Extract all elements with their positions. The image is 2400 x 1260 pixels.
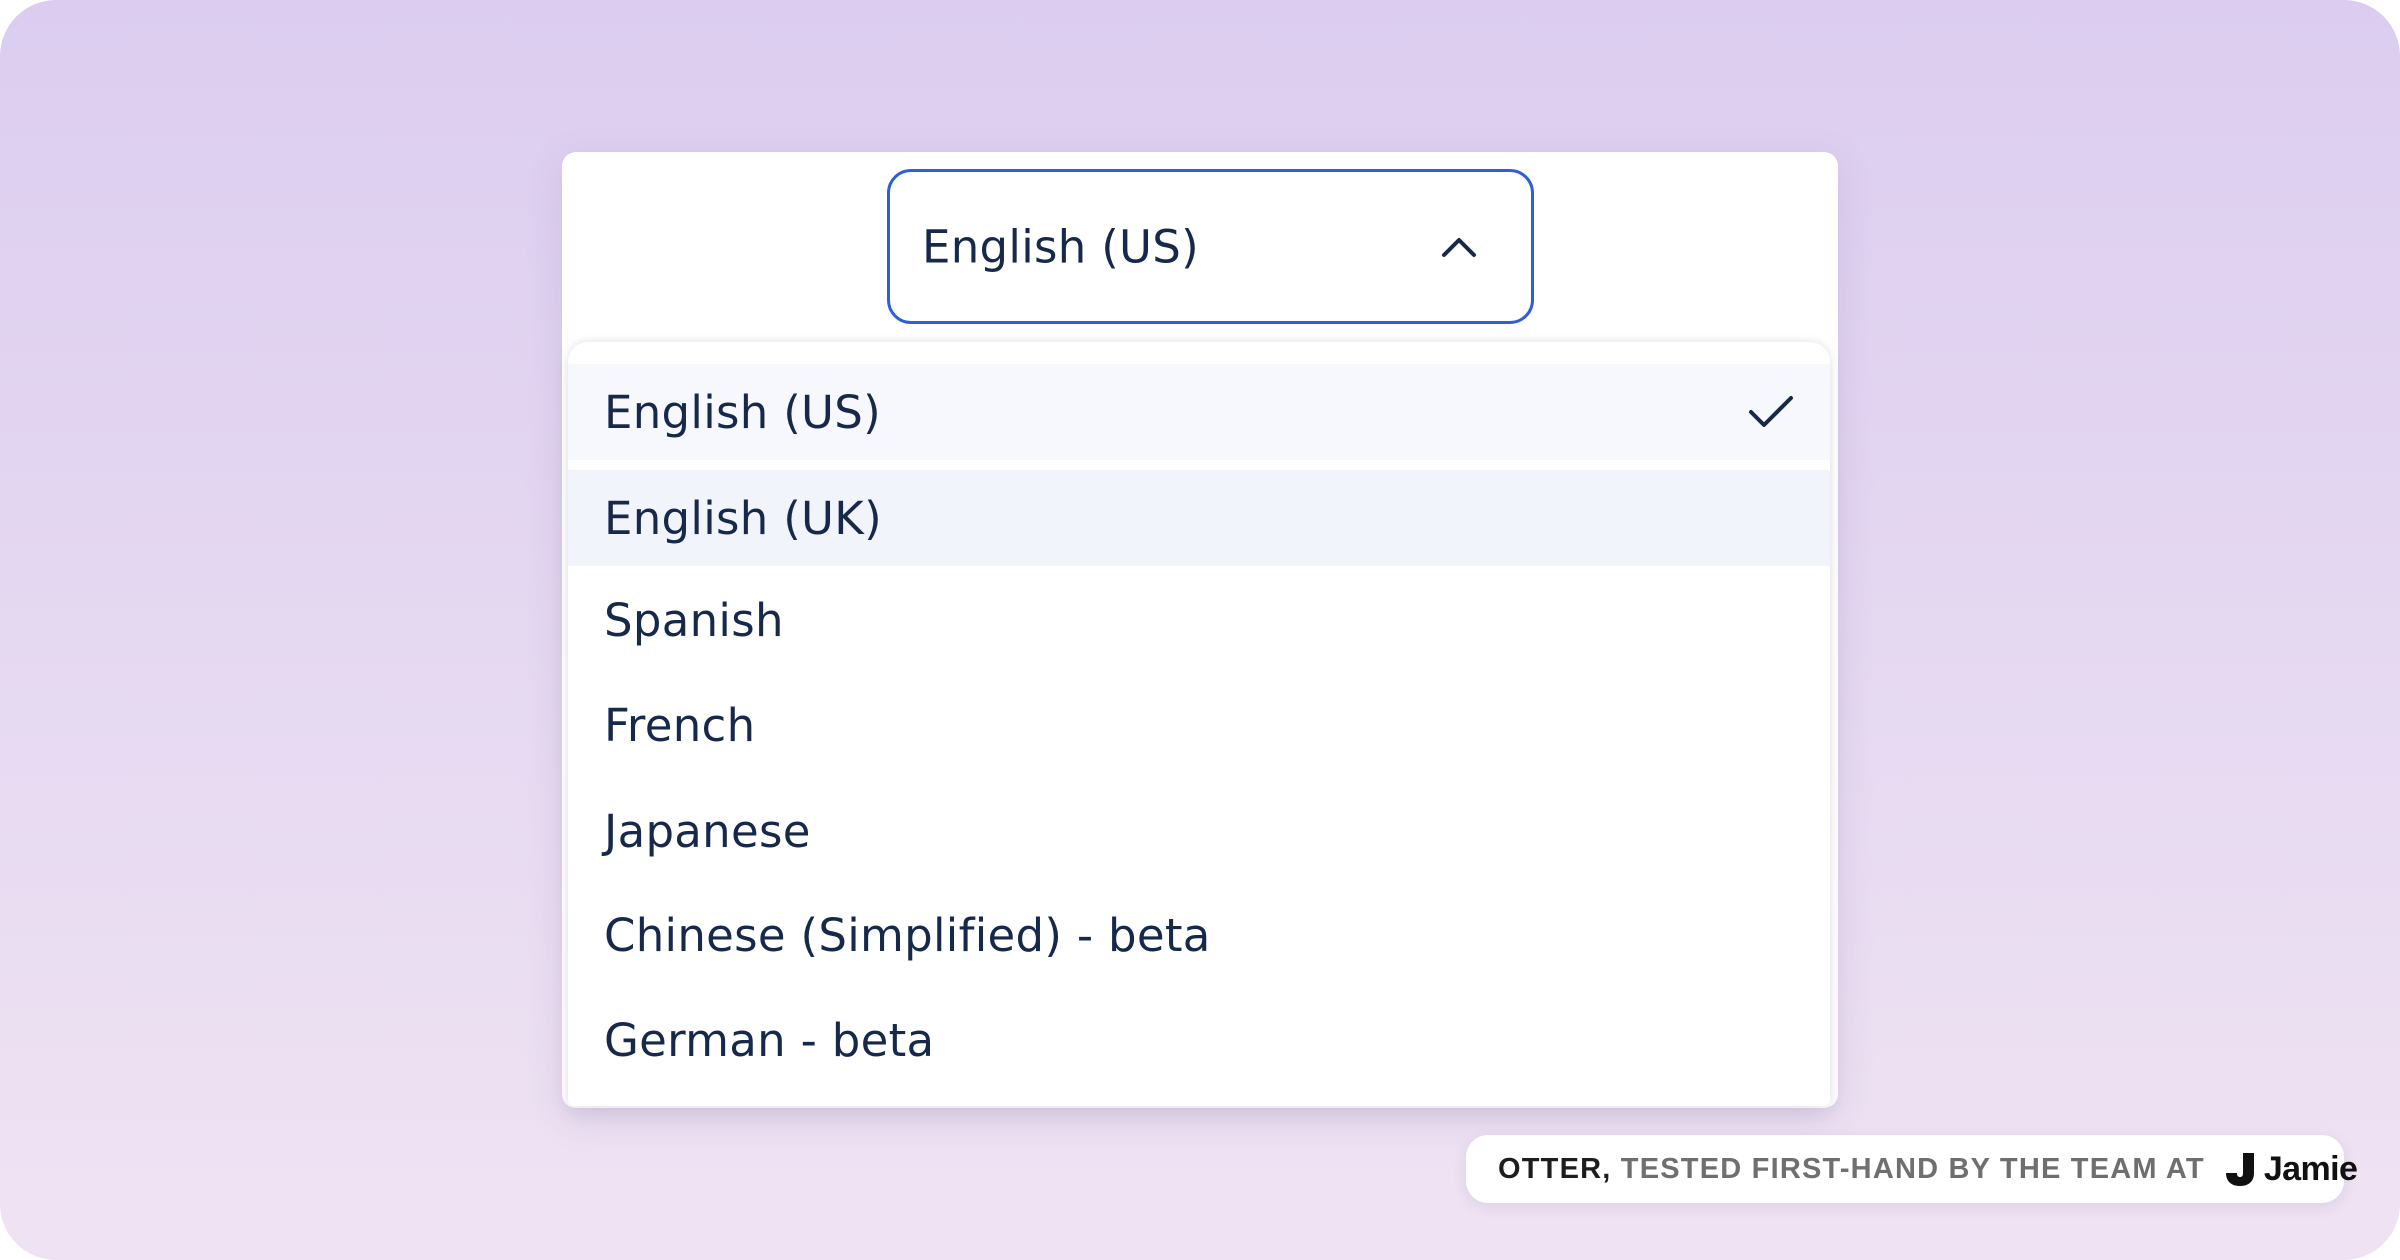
credit-text: TESTED FIRST-HAND BY THE TEAM AT [1620,1152,2205,1185]
language-select-value: English (US) [922,220,1200,273]
brand-name: Jamie [2263,1149,2358,1188]
option-label: Japanese [604,804,811,858]
option-label: Spanish [604,593,784,647]
option-english-uk[interactable]: English (UK) [568,470,1830,566]
brand-logo: Jamie [2223,1149,2358,1189]
check-icon [1749,396,1793,427]
option-chinese-simplified[interactable]: Chinese (Simplified) - beta [568,887,1830,983]
credit-product: OTTER, [1498,1152,1612,1185]
option-label: German - beta [604,1013,935,1067]
option-spanish[interactable]: Spanish [568,572,1830,668]
background-frame: English (US) English (US) English (UK) S… [0,0,2400,1260]
option-label: English (UK) [604,491,882,545]
option-label: Chinese (Simplified) - beta [604,908,1211,962]
language-select[interactable]: English (US) [887,169,1534,324]
jamie-logo-icon [2225,1153,2254,1186]
option-label: French [604,698,756,752]
option-japanese[interactable]: Japanese [568,783,1830,879]
option-english-us[interactable]: English (US) [568,364,1830,460]
option-french[interactable]: French [568,677,1830,773]
language-dropdown-menu: English (US) English (UK) Spanish French… [568,342,1830,1106]
option-german[interactable]: German - beta [568,992,1830,1088]
chevron-up-icon [1442,237,1476,257]
credit-badge: OTTER, TESTED FIRST-HAND BY THE TEAM AT … [1466,1135,2358,1203]
option-label: English (US) [604,385,882,439]
